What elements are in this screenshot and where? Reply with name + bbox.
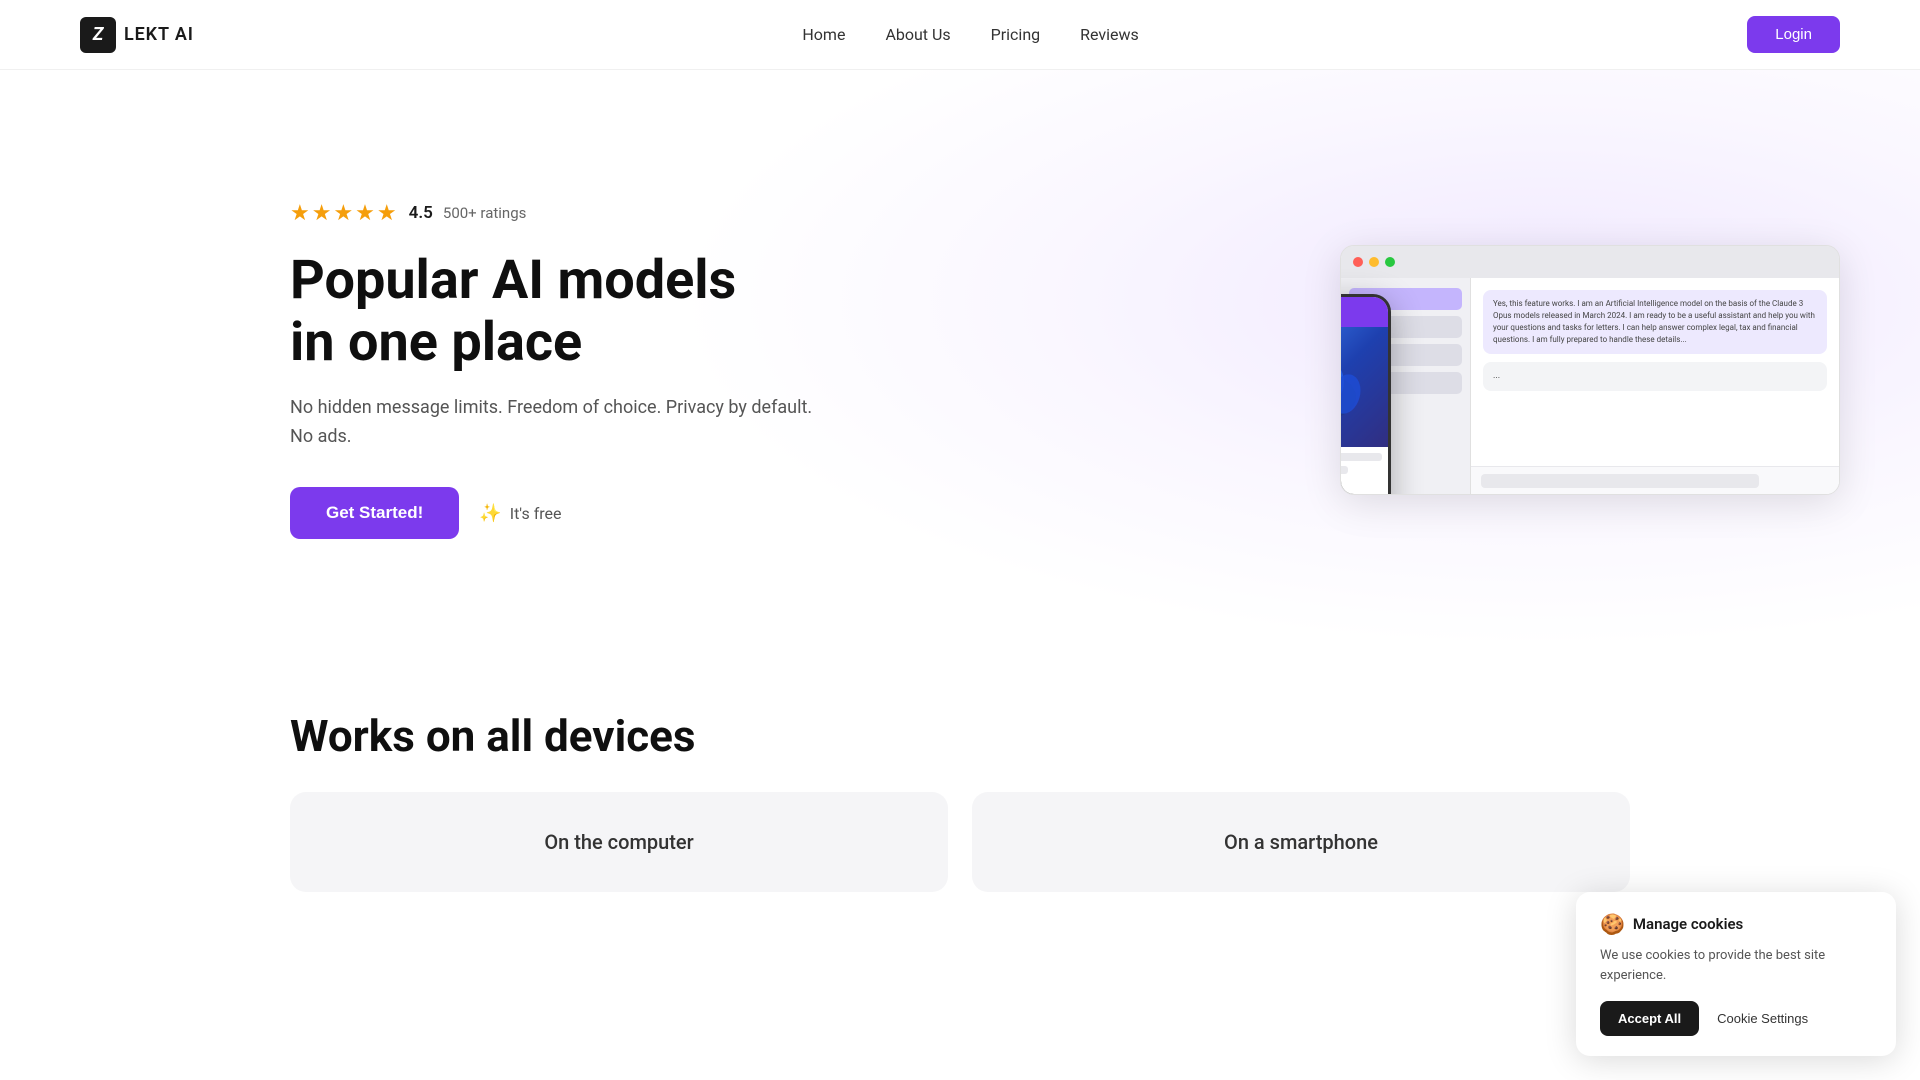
computer-card: On the computer bbox=[290, 792, 948, 892]
mobile-header bbox=[1340, 297, 1388, 327]
nav-links: Home About Us Pricing Reviews bbox=[802, 25, 1138, 44]
navbar: LEKT AI Home About Us Pricing Reviews Lo… bbox=[0, 0, 1920, 70]
free-label-row: ✨ It's free bbox=[479, 503, 561, 524]
mockup-topbar bbox=[1341, 246, 1839, 278]
logo-link[interactable]: LEKT AI bbox=[80, 17, 194, 53]
cookie-buttons: Accept All Cookie Settings bbox=[1600, 1001, 1872, 1036]
cookie-text: We use cookies to provide the best site … bbox=[1600, 946, 1872, 985]
nav-pricing[interactable]: Pricing bbox=[991, 25, 1041, 44]
hero-section: ★★★★★ 4.5 500+ ratings Popular AI models… bbox=[0, 70, 1920, 650]
rating-score: 4.5 bbox=[409, 203, 433, 223]
logo-icon bbox=[80, 17, 116, 53]
chat-bubble-user: ... bbox=[1483, 362, 1827, 391]
mobile-mockup bbox=[1340, 294, 1391, 495]
free-label: It's free bbox=[510, 504, 562, 523]
smartphone-card: On a smartphone bbox=[972, 792, 1630, 892]
chat-input-placeholder bbox=[1481, 474, 1759, 488]
accept-all-button[interactable]: Accept All bbox=[1600, 1001, 1699, 1036]
device-cards: On the computer On a smartphone bbox=[290, 792, 1630, 892]
mockup-main: Yes, this feature works. I am an Artific… bbox=[1471, 278, 1839, 494]
cookie-icon: 🍪 bbox=[1600, 912, 1625, 936]
nav-reviews[interactable]: Reviews bbox=[1080, 25, 1139, 44]
hero-mockup: Yes, this feature works. I am an Artific… bbox=[1340, 245, 1840, 495]
cookie-settings-button[interactable]: Cookie Settings bbox=[1711, 1001, 1814, 1036]
star-rating: ★★★★★ bbox=[290, 201, 399, 226]
devices-title: Works on all devices bbox=[290, 710, 1630, 762]
hero-title: Popular AI models in one place bbox=[290, 250, 830, 374]
computer-card-label: On the computer bbox=[544, 830, 693, 854]
get-started-button[interactable]: Get Started! bbox=[290, 487, 459, 539]
wand-icon: ✨ bbox=[479, 503, 501, 524]
cookie-header: 🍪 Manage cookies bbox=[1600, 912, 1872, 936]
mobile-image bbox=[1340, 327, 1388, 447]
cookie-banner: 🍪 Manage cookies We use cookies to provi… bbox=[1576, 892, 1896, 1056]
devices-section: Works on all devices On the computer On … bbox=[0, 650, 1920, 932]
desktop-mockup: Yes, this feature works. I am an Artific… bbox=[1340, 245, 1840, 495]
chat-bubble-ai: Yes, this feature works. I am an Artific… bbox=[1483, 290, 1827, 354]
mockup-body: Yes, this feature works. I am an Artific… bbox=[1341, 278, 1839, 494]
mobile-line-1 bbox=[1340, 453, 1382, 461]
cookie-title: Manage cookies bbox=[1633, 915, 1743, 933]
login-button[interactable]: Login bbox=[1747, 16, 1840, 53]
hero-content: ★★★★★ 4.5 500+ ratings Popular AI models… bbox=[290, 201, 830, 540]
mobile-img-overlay bbox=[1340, 327, 1388, 447]
mobile-chat-content bbox=[1340, 447, 1388, 495]
rating-count: 500+ ratings bbox=[443, 204, 526, 222]
logo-text: LEKT AI bbox=[124, 24, 194, 45]
mobile-screen bbox=[1340, 297, 1388, 495]
close-dot bbox=[1353, 257, 1363, 267]
rating-row: ★★★★★ 4.5 500+ ratings bbox=[290, 201, 830, 226]
hero-subtitle: No hidden message limits. Freedom of cho… bbox=[290, 394, 830, 452]
mockup-chat-input-bar bbox=[1471, 466, 1839, 494]
nav-home[interactable]: Home bbox=[802, 25, 845, 44]
hero-cta: Get Started! ✨ It's free bbox=[290, 487, 830, 539]
minimize-dot bbox=[1369, 257, 1379, 267]
nav-about[interactable]: About Us bbox=[885, 25, 950, 44]
bird-image bbox=[1340, 342, 1371, 432]
smartphone-card-label: On a smartphone bbox=[1224, 830, 1378, 854]
mobile-line-2 bbox=[1340, 466, 1348, 474]
maximize-dot bbox=[1385, 257, 1395, 267]
